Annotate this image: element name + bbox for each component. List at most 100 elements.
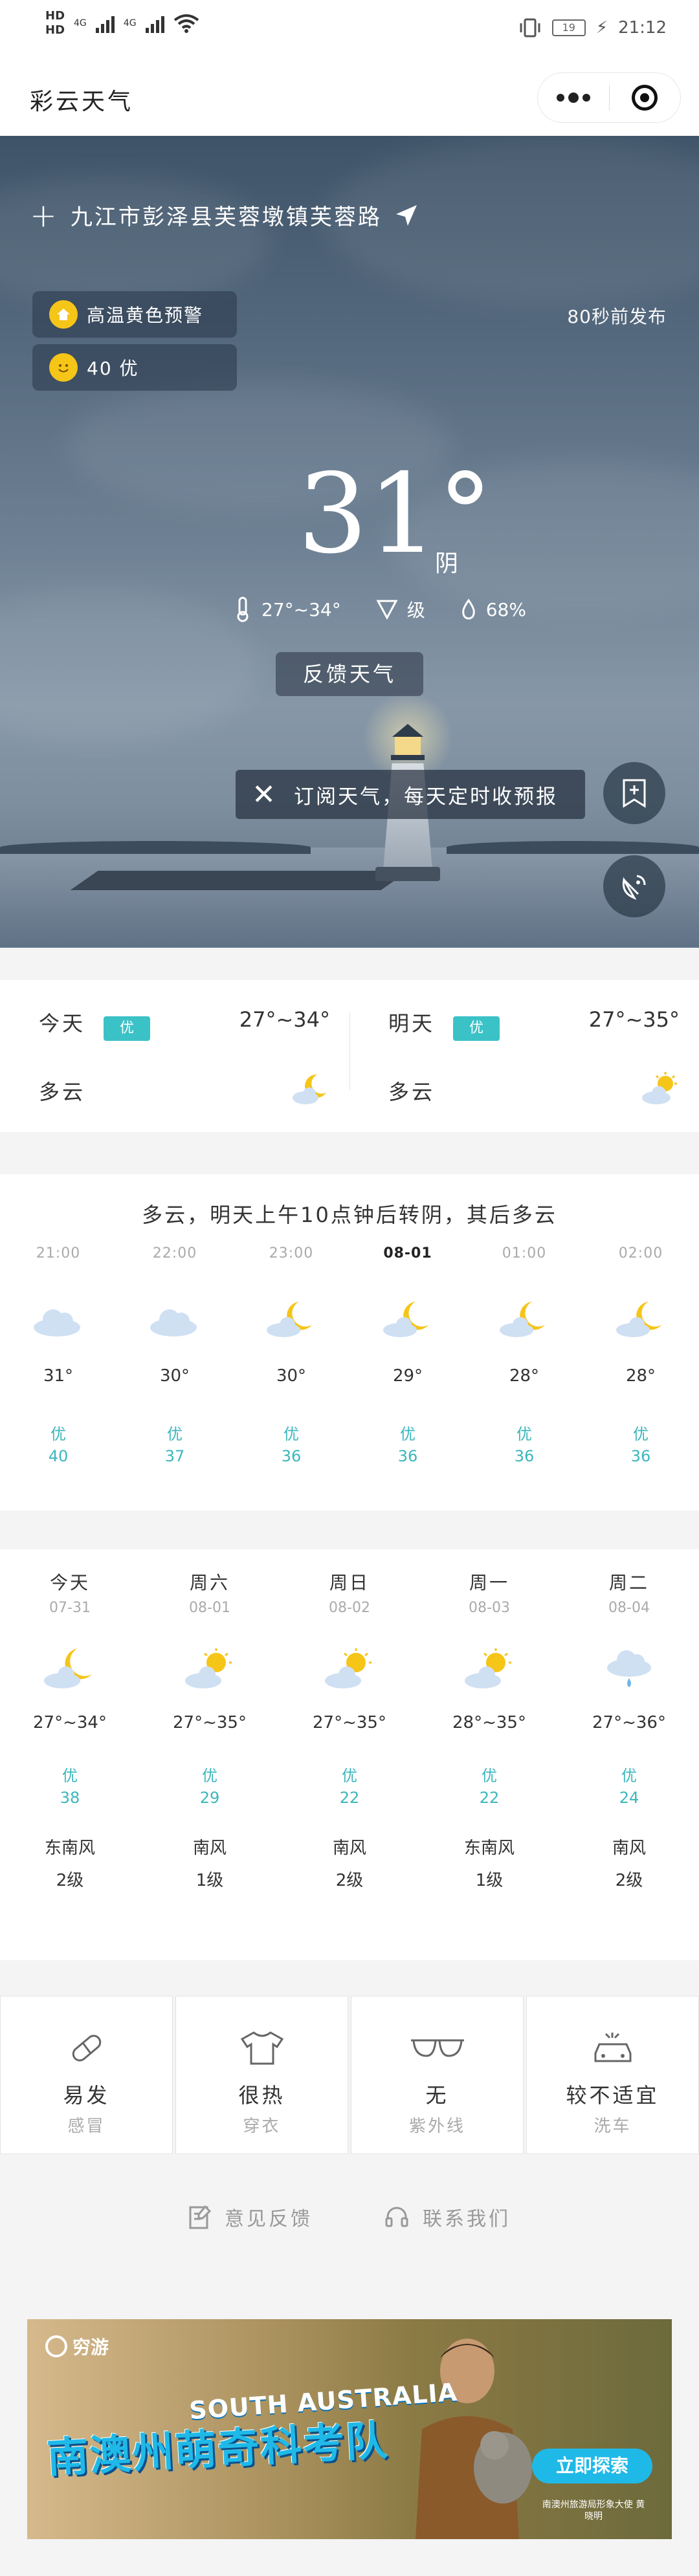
clock: 21:12: [618, 18, 667, 38]
sunglasses-icon: [410, 2039, 464, 2057]
ad-cta-button[interactable]: 立即探索: [532, 2449, 652, 2483]
hour-aqi: 优: [633, 1425, 649, 1443]
edit-note-icon: [189, 2205, 212, 2229]
temp-range: 27°~36°: [592, 1713, 666, 1732]
add-location-icon[interactable]: +: [30, 199, 59, 232]
day-column[interactable]: 今天 07-31 27°~34° 优 38 东南风 2级: [0, 1569, 140, 1897]
day-aqi: 优: [342, 1767, 357, 1785]
more-button[interactable]: [538, 73, 609, 122]
day-aqi-value: 22: [339, 1789, 360, 1807]
hour-time: 01:00: [502, 1245, 547, 1261]
weather-meta: 27°~34° 级 68%: [233, 596, 526, 622]
aqi-pill: 优: [104, 1016, 150, 1041]
wind-level: 1级: [195, 1871, 224, 1890]
moon-cloud-icon: [616, 1302, 661, 1337]
hour-time: 23:00: [269, 1245, 314, 1261]
sun-cloud-icon: [185, 1648, 232, 1688]
radar-button[interactable]: [603, 855, 665, 917]
hour-aqi: 优: [167, 1425, 183, 1443]
weekday: 周二: [608, 1572, 649, 1593]
sun-cloud-icon: [642, 1072, 677, 1104]
heat-warning-alert[interactable]: 高温黄色预警: [32, 291, 237, 338]
wind-level: 2级: [335, 1871, 364, 1890]
footer-links: 意见反馈 联系我们: [0, 2194, 699, 2240]
hour-time: 21:00: [36, 1245, 81, 1261]
temp-range: 27°~35°: [173, 1713, 247, 1732]
hour-temp: 30°: [276, 1366, 307, 1386]
ad-title-cn: 南澳州萌奇科考队: [45, 2417, 390, 2483]
current-condition: 阴: [435, 551, 459, 577]
high-temp-icon: [49, 300, 78, 329]
life-index-grid: 易发 感冒 很热 穿衣 无 紫外线 较不适宜 洗车: [0, 1996, 699, 2154]
subscribe-banner[interactable]: ✕ 订阅天气，每天定时收预报: [236, 770, 585, 819]
weather-feedback-button[interactable]: 反馈天气: [276, 652, 423, 696]
day-aqi: 优: [482, 1767, 497, 1785]
headset-icon: [385, 2207, 408, 2227]
date: 08-01: [189, 1600, 230, 1616]
cloud-icon: [150, 1309, 197, 1337]
hour-temp: 28°: [625, 1366, 656, 1386]
cloud-icon: [34, 1309, 80, 1337]
humidity: 68%: [485, 598, 526, 620]
signal-icon: [95, 14, 115, 33]
day-column[interactable]: 周日 08-02 27°~35° 优 22 南风 2级: [280, 1569, 419, 1897]
location-selector[interactable]: + 九江市彭泽县芙蓉墩镇芙蓉路: [30, 199, 419, 232]
daily-forecast: 今天 07-31 27°~34° 优 38 东南风 2级 周六 08-01 27°~…: [0, 1549, 699, 1960]
status-bar: HD HD 4G 4G 19 ⚡ 21:12: [0, 0, 699, 58]
aqi-label: 40 优: [87, 358, 139, 379]
moon-cloud-icon: [293, 1074, 326, 1104]
air-quality-badge[interactable]: 40 优: [32, 344, 237, 391]
weekday: 周一: [469, 1572, 509, 1593]
hour-temp: 28°: [509, 1366, 540, 1386]
wind-direction: 南风: [332, 1839, 366, 1858]
hour-time: 22:00: [152, 1245, 197, 1261]
life-card-uv[interactable]: 无 紫外线: [351, 1996, 524, 2154]
life-card-cold[interactable]: 易发 感冒: [0, 1996, 173, 2154]
day-column[interactable]: 周二 08-04 27°~36° 优 24 南风 2级: [559, 1569, 699, 1897]
hour-aqi-value: 36: [281, 1447, 302, 1465]
ad-banner[interactable]: 穷游 SOUTH AUSTRALIA 南澳州萌奇科考队 立即探索 南澳州旅游局形…: [27, 2319, 672, 2539]
bookmark-plus-icon: [623, 779, 646, 808]
tomorrow-card[interactable]: 明天 优 27°~35° 多云: [350, 980, 699, 1132]
app-header: 彩云天气: [0, 58, 699, 136]
wifi-icon: [173, 14, 199, 33]
day-aqi-value: 29: [199, 1789, 220, 1807]
hd-label: HD: [45, 9, 65, 23]
hour-aqi: 优: [516, 1425, 532, 1443]
weekday: 周日: [329, 1572, 370, 1593]
weather-hero: + 九江市彭泽县芙蓉墩镇芙蓉路 高温黄色预警 40 优 80秒前发布 31° 阴…: [0, 136, 699, 948]
close-icon[interactable]: ✕: [236, 778, 294, 811]
life-card-carwash[interactable]: 较不适宜 洗车: [526, 1996, 699, 2154]
wind-level: 级: [406, 600, 425, 621]
hour-column: 23:00 30° 优 36: [233, 1245, 350, 1467]
weekday: 今天: [49, 1572, 90, 1593]
feedback-link[interactable]: 意见反馈: [188, 2194, 313, 2240]
today-card[interactable]: 今天 优 27°~34° 多云: [0, 980, 350, 1132]
contact-link[interactable]: 联系我们: [384, 2194, 511, 2240]
alert-label: 高温黄色预警: [87, 305, 204, 326]
subscribe-text: 订阅天气，每天定时收预报: [294, 785, 558, 809]
hour-column: 01:00 28° 优 36: [466, 1245, 582, 1467]
close-miniprogram-button[interactable]: [610, 73, 681, 122]
hour-aqi: 优: [283, 1425, 299, 1443]
day-aqi-value: 38: [60, 1789, 80, 1807]
life-label: 洗车: [594, 2117, 632, 2136]
rain-cloud-icon: [607, 1650, 651, 1687]
temp-range: 27°~34°: [239, 1007, 330, 1032]
hour-temp: 30°: [159, 1366, 190, 1386]
day-aqi: 优: [202, 1767, 217, 1785]
hour-column: 21:00 31° 优 40: [0, 1245, 116, 1467]
ad-brand-logo: 穷游: [45, 2333, 109, 2359]
car-icon: [594, 2033, 631, 2062]
network-type: 4G: [123, 18, 137, 28]
network-type: 4G: [74, 18, 87, 28]
moon-cloud-icon: [383, 1302, 428, 1337]
hour-aqi-value: 37: [164, 1447, 185, 1465]
date: 08-04: [608, 1600, 650, 1616]
pier-illustration: [70, 871, 409, 890]
life-card-clothing[interactable]: 很热 穿衣: [175, 1996, 348, 2154]
vibrate-icon: [520, 18, 540, 38]
day-column[interactable]: 周一 08-03 28°~35° 优 22 东南风 1级: [419, 1569, 559, 1897]
add-bookmark-button[interactable]: [603, 762, 665, 824]
day-column[interactable]: 周六 08-01 27°~35° 优 29 南风 1级: [140, 1569, 280, 1897]
